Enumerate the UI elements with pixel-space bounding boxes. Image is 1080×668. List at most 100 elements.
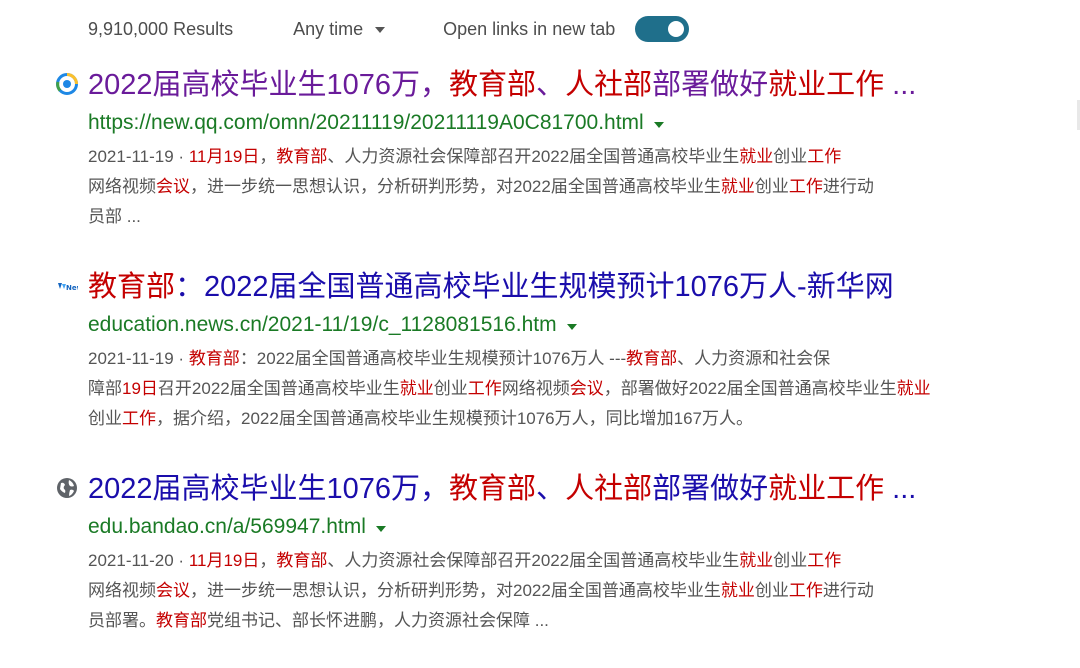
time-filter-label: Any time xyxy=(293,18,364,39)
highlighted-term: 会议 xyxy=(156,581,190,600)
highlighted-term: 就业 xyxy=(739,147,774,166)
text-segment: 创业 xyxy=(88,409,122,428)
highlighted-term: 教育部 xyxy=(449,69,537,101)
highlighted-term: 工作 xyxy=(122,409,156,428)
text-segment: 员部署。 xyxy=(88,611,156,630)
search-result: 2022届高校毕业生1076万，教育部、人社部部署做好就业工作 ... http… xyxy=(0,64,1080,226)
time-filter-dropdown[interactable]: Any time xyxy=(293,18,386,40)
text-segment: 党组书记、部长怀进鹏，人力资源社会保障 ... xyxy=(207,611,549,630)
text-segment: 、人力资源和社会保 xyxy=(677,349,831,368)
text-segment: 2022届高校毕业生1076万， xyxy=(88,473,450,505)
snippet-line: 员部署。教育部党组书记、部长怀进鹏，人力资源社会保障 ... xyxy=(88,606,1008,636)
highlighted-term: 人社部 xyxy=(565,69,653,101)
text-segment: 、 xyxy=(536,473,566,505)
text-segment: ：2022届全国普通高校毕业生规模预计1076万人 --- xyxy=(239,349,627,368)
snippet-line: 网络视频会议，进一步统一思想认识，分析研判形势，对2022届全国普通高校毕业生就… xyxy=(88,576,1008,606)
snippet-line: 网络视频会议，进一步统一思想认识，分析研判形势，对2022届全国普通高校毕业生就… xyxy=(88,172,1008,202)
text-segment: ， xyxy=(259,551,277,570)
text-segment: ，进一步统一思想认识，分析研判形势，对2022届全国普通高校毕业生 xyxy=(190,177,721,196)
text-segment: 、 xyxy=(536,69,566,101)
text-segment: 2022届高校毕业生1076万， xyxy=(88,69,450,101)
result-url[interactable]: https://new.qq.com/omn/20211119/20211119… xyxy=(88,108,644,138)
text-segment: ... xyxy=(884,473,917,505)
search-result: News 教育部：2022届全国普通高校毕业生规模预计1076万人-新华网 ed… xyxy=(0,266,1080,428)
text-segment: 创业 xyxy=(754,177,789,196)
snippet-line: 2021-11-19 · 11月19日，教育部、人力资源社会保障部召开2022届… xyxy=(88,142,1008,172)
new-tab-toggle[interactable] xyxy=(635,16,690,42)
highlighted-term: 会议 xyxy=(156,177,190,196)
text-segment: 员部 ... xyxy=(88,207,141,226)
highlighted-term: 工作 xyxy=(807,551,842,570)
search-toolbar: 9,910,000 Results Any time Open links in… xyxy=(88,14,690,44)
url-options-chevron-icon[interactable] xyxy=(566,323,577,330)
qq-news-icon xyxy=(56,73,78,95)
highlighted-term: 教育部 xyxy=(449,473,537,505)
text-segment: ， xyxy=(259,147,277,166)
result-snippet: 2021-11-19 · 11月19日，教育部、人力资源社会保障部召开2022届… xyxy=(88,142,1008,232)
text-segment: ：2022届全国普通高校毕业生规模预计1076万人-新华网 xyxy=(175,271,894,303)
text-segment: 创业 xyxy=(433,379,468,398)
result-snippet: 2021-11-20 · 11月19日，教育部、人力资源社会保障部召开2022届… xyxy=(88,546,1008,636)
text-segment: 创业 xyxy=(773,551,808,570)
svg-text:News: News xyxy=(66,284,78,292)
snippet-line: 2021-11-19 · 教育部：2022届全国普通高校毕业生规模预计1076万… xyxy=(88,344,1008,374)
text-segment: 2021-11-20 · xyxy=(88,551,189,570)
text-segment: ，进一步统一思想认识，分析研判形势，对2022届全国普通高校毕业生 xyxy=(190,581,721,600)
highlighted-term: 就业工作 xyxy=(768,473,885,505)
highlighted-term: 教育部 xyxy=(626,349,678,368)
globe-icon xyxy=(57,478,77,498)
result-snippet: 2021-11-19 · 教育部：2022届全国普通高校毕业生规模预计1076万… xyxy=(88,344,1008,434)
text-segment: 进行动 xyxy=(822,581,874,600)
result-url[interactable]: edu.bandao.cn/a/569947.html xyxy=(88,512,366,542)
highlighted-term: 教育部 xyxy=(156,611,207,630)
text-segment: 、人力资源社会保障部召开2022届全国普通高校毕业生 xyxy=(327,551,740,570)
text-segment: 网络视频 xyxy=(501,379,570,398)
text-segment: 部署做好 xyxy=(652,69,769,101)
highlighted-term: 就业 xyxy=(896,379,931,398)
text-segment: 部署做好 xyxy=(652,473,769,505)
highlighted-term: 教育部 xyxy=(276,147,328,166)
highlighted-term: 就业工作 xyxy=(768,69,885,101)
result-title-link[interactable]: 教育部：2022届全国普通高校毕业生规模预计1076万人-新华网 xyxy=(88,268,894,306)
text-segment: 网络视频 xyxy=(88,177,156,196)
text-segment: 召开2022届全国普通高校毕业生 xyxy=(157,379,400,398)
text-segment: 障部 xyxy=(88,379,122,398)
highlighted-term: 人社部 xyxy=(565,473,653,505)
highlighted-term: 会议 xyxy=(569,379,604,398)
search-result: 2022届高校毕业生1076万，教育部、人社部部署做好就业工作 ... edu.… xyxy=(0,468,1080,630)
snippet-line: 2021-11-20 · 11月19日，教育部、人力资源社会保障部召开2022届… xyxy=(88,546,1008,576)
result-title-link[interactable]: 2022届高校毕业生1076万，教育部、人社部部署做好就业工作 ... xyxy=(88,470,916,508)
text-segment: 创业 xyxy=(773,147,808,166)
snippet-line: 障部19日召开2022届全国普通高校毕业生 就业 创业工作网络视频会议，部署做好20… xyxy=(88,374,1008,404)
highlighted-term: 11月19日 xyxy=(188,551,260,570)
toggle-knob xyxy=(668,21,685,37)
highlighted-term: 教育部 xyxy=(276,551,328,570)
highlighted-term: 教育部 xyxy=(88,271,176,303)
highlighted-term: 教育部 xyxy=(188,349,240,368)
text-segment: 进行动 xyxy=(822,177,874,196)
snippet-line: 员部 ... xyxy=(88,202,1008,232)
highlighted-term: 就业 xyxy=(720,177,755,196)
url-options-chevron-icon[interactable] xyxy=(653,121,664,128)
result-url[interactable]: education.news.cn/2021-11/19/c_112808151… xyxy=(88,310,557,340)
text-segment: ，据介绍，2022届全国普通高校毕业生规模预计1076万人，同比增加167万人。 xyxy=(156,409,753,428)
url-options-chevron-icon[interactable] xyxy=(375,525,386,532)
result-title-link[interactable]: 2022届高校毕业生1076万，教育部、人社部部署做好就业工作 ... xyxy=(88,66,916,104)
snippet-line: 创业工作，据介绍，2022届全国普通高校毕业生规模预计1076万人，同比增加16… xyxy=(88,404,1008,434)
highlighted-term: 19日 xyxy=(122,379,158,398)
xinhua-news-icon: News xyxy=(56,280,78,292)
text-segment: ，部署做好2022届全国普通高校毕业生 xyxy=(603,379,897,398)
text-segment: 创业 xyxy=(754,581,789,600)
highlighted-term: 工作 xyxy=(788,581,823,600)
chevron-down-icon xyxy=(375,27,386,33)
highlighted-term: 工作 xyxy=(788,177,823,196)
highlighted-term: 就业 xyxy=(739,551,774,570)
highlighted-term: 就业 xyxy=(720,581,755,600)
text-segment: 2021-11-19 · xyxy=(88,147,189,166)
text-segment: 网络视频 xyxy=(88,581,156,600)
highlighted-term: 11月19日 xyxy=(188,147,260,166)
highlighted-term: 工作 xyxy=(467,379,502,398)
results-count: 9,910,000 Results xyxy=(88,18,234,39)
new-tab-label: Open links in new tab xyxy=(443,18,616,39)
highlighted-term: 工作 xyxy=(807,147,842,166)
